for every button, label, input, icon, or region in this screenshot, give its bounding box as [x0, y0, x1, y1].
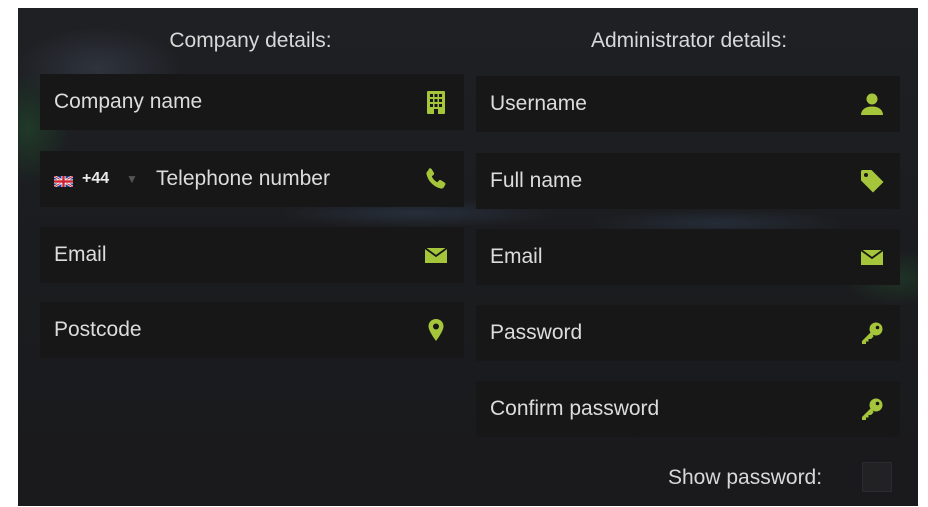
admin-email-placeholder: Email [490, 245, 543, 268]
telephone-field[interactable]: +44 ▼ Telephone number [40, 151, 464, 207]
building-icon [424, 90, 448, 114]
username-placeholder: Username [490, 92, 587, 115]
administrator-details-heading: Administrator details: [590, 29, 788, 52]
key-icon [860, 397, 884, 421]
phone-icon [424, 167, 448, 191]
company-email-field[interactable]: Email [40, 227, 464, 283]
password-placeholder: Password [490, 321, 583, 344]
company-details-heading: Company details: [169, 29, 332, 52]
tag-icon [860, 169, 884, 193]
company-name-field[interactable]: Company name [40, 74, 464, 130]
password-field[interactable]: Password [476, 305, 900, 361]
postcode-field[interactable]: Postcode [40, 302, 464, 358]
fullname-field[interactable]: Full name [476, 153, 900, 209]
username-field[interactable]: Username [476, 76, 900, 132]
show-password-checkbox[interactable] [862, 462, 892, 492]
uk-flag-icon[interactable] [53, 174, 74, 189]
telephone-placeholder: Telephone number [156, 167, 330, 190]
chevron-down-icon[interactable]: ▼ [126, 151, 138, 207]
envelope-icon [424, 243, 448, 267]
user-icon [860, 92, 884, 116]
envelope-icon [860, 245, 884, 269]
confirm-password-field[interactable]: Confirm password [476, 381, 900, 437]
registration-panel: Company details: Administrator details: … [18, 8, 918, 506]
company-email-placeholder: Email [54, 243, 107, 266]
country-code[interactable]: +44 [82, 151, 109, 207]
fullname-placeholder: Full name [490, 169, 583, 192]
map-marker-icon [424, 318, 448, 342]
confirm-password-placeholder: Confirm password [490, 397, 660, 420]
company-name-placeholder: Company name [54, 90, 203, 113]
show-password-label: Show password: [668, 466, 823, 489]
admin-email-field[interactable]: Email [476, 229, 900, 285]
postcode-placeholder: Postcode [54, 318, 142, 341]
key-icon [860, 321, 884, 345]
